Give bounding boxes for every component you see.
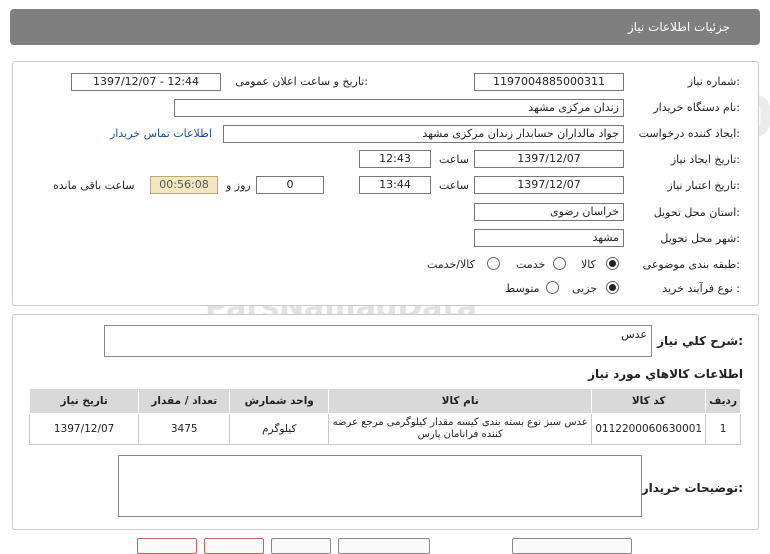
- created-date-field: 1397/12/07: [474, 150, 624, 168]
- buyer-org-field: زندان مرکزی مشهد: [174, 99, 624, 117]
- cell-row: 1: [705, 413, 741, 445]
- category-label: طبقه بندی موضوعی:: [642, 258, 740, 271]
- created-date-label: تاریخ ایجاد نیاز:: [670, 153, 740, 166]
- process-option-medium: متوسط: [505, 282, 540, 295]
- col-code: کد کالا: [591, 388, 707, 414]
- footer-button-5[interactable]: [512, 538, 632, 554]
- need-number-field: 1197004885000311: [474, 73, 624, 91]
- cell-unit: کیلوگرم: [229, 413, 330, 445]
- days-field: 0: [256, 176, 324, 194]
- table-row: 1 0112200060630001 عدس سبز نوع بسته بندی…: [28, 413, 741, 445]
- category-radio-goods-service[interactable]: [487, 257, 500, 270]
- page-title: جزئیات اطلاعات نیاز: [627, 20, 730, 34]
- col-date: تاریخ نیاز: [28, 388, 140, 414]
- details-panel: شماره نیاز: 1197004885000311 تاریخ و ساع…: [12, 61, 759, 306]
- category-option-goods: کالا: [581, 258, 596, 271]
- city-label: شهر محل تحویل:: [660, 232, 740, 245]
- footer-button-3[interactable]: [271, 538, 331, 554]
- category-radio-goods[interactable]: [606, 257, 619, 270]
- process-radio-minor[interactable]: [606, 281, 619, 294]
- creator-field: جواد مالداران حسابدار زندان مرکزی مشهد: [223, 125, 624, 143]
- days-label: روز و: [226, 179, 251, 192]
- announce-label: تاریخ و ساعت اعلان عمومی:: [235, 75, 368, 88]
- col-row: ردیف: [705, 388, 741, 414]
- deadline-label: تاریخ اعتبار نیاز:: [667, 179, 740, 192]
- remaining-label: ساعت باقی مانده: [53, 179, 135, 192]
- goods-table-header: ردیف کد کالا نام کالا واحد شمارش تعداد /…: [28, 388, 741, 414]
- buyer-contact-link[interactable]: اطلاعات تماس خریدار: [110, 127, 212, 140]
- buyer-notes-label: توضیحات خریدار:: [641, 481, 743, 495]
- province-field: خراسان رضوی: [474, 203, 624, 221]
- deadline-date-field: 1397/12/07: [474, 176, 624, 194]
- summary-title-field: عدس: [104, 325, 652, 357]
- category-option-service: خدمت: [516, 258, 546, 271]
- city-field: مشهد: [474, 229, 624, 247]
- cell-name: عدس سبز نوع بسته بندی کیسه مقدار کیلوگرم…: [328, 413, 593, 445]
- col-name: نام کالا: [328, 388, 593, 414]
- category-option-goods-service: کالا/خدمت: [427, 258, 475, 271]
- summary-panel: شرح کلي نياز: عدس اطلاعات کالاهاي مورد ن…: [12, 314, 759, 530]
- col-unit: واحد شمارش: [229, 388, 330, 414]
- buyer-org-label: نام دستگاه خریدار:: [653, 101, 740, 114]
- process-radio-medium[interactable]: [546, 281, 559, 294]
- deadline-time-field: 13:44: [359, 176, 431, 194]
- col-qty: تعداد / مقدار: [138, 388, 231, 414]
- remaining-timer: 00:56:08: [150, 176, 218, 194]
- footer-button-4[interactable]: [338, 538, 430, 554]
- goods-heading: اطلاعات کالاهاي مورد نياز: [588, 367, 743, 381]
- need-number-label: شماره نیاز:: [687, 75, 740, 88]
- process-option-minor: جزیی: [572, 282, 598, 295]
- announce-field: 1397/12/07 - 12:44: [71, 73, 221, 91]
- creator-label: ایجاد کننده درخواست:: [638, 127, 740, 140]
- category-radio-service[interactable]: [553, 257, 566, 270]
- page-header: جزئیات اطلاعات نیاز: [10, 9, 760, 45]
- province-label: استان محل تحویل:: [653, 206, 740, 219]
- cell-qty: 3475: [138, 413, 231, 445]
- deadline-time-label: ساعت: [439, 179, 469, 192]
- footer-button-2[interactable]: [204, 538, 264, 554]
- cell-code: 0112200060630001: [591, 413, 707, 445]
- buyer-notes-field: [118, 455, 642, 517]
- cell-date: 1397/12/07: [28, 413, 140, 445]
- process-label: نوع فرآیند خرید :: [662, 282, 740, 295]
- summary-title-label: شرح کلي نياز:: [657, 334, 743, 348]
- footer-button-1[interactable]: [137, 538, 197, 554]
- created-time-field: 12:43: [359, 150, 431, 168]
- goods-table: ردیف کد کالا نام کالا واحد شمارش تعداد /…: [28, 388, 741, 445]
- created-time-label: ساعت: [439, 153, 469, 166]
